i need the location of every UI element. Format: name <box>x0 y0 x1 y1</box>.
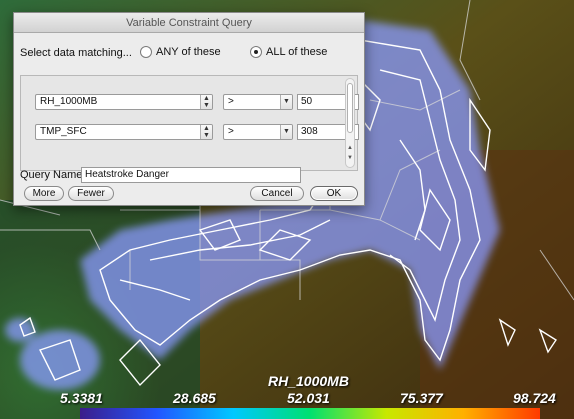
scroll-up-icon[interactable]: ▲ <box>346 145 354 151</box>
scroll-down-icon[interactable]: ▼ <box>346 155 354 161</box>
rules-panel: RH_1000MB ▲ ▼ > ▼ 50 TMP_SFC ▲ ▼ > ▼ 308 ▲… <box>20 75 359 171</box>
query-name-label: Query Name: <box>20 169 86 181</box>
variable-select[interactable]: RH_1000MB ▲ ▼ <box>35 94 213 110</box>
radio-all-circle[interactable] <box>250 46 262 58</box>
colorbar-title: RH_1000MB <box>268 373 349 389</box>
variable-select-value: TMP_SFC <box>40 126 87 137</box>
radio-any-label[interactable]: ANY of these <box>156 46 221 58</box>
fewer-button[interactable]: Fewer <box>68 186 114 201</box>
colorbar-tick: 28.685 <box>173 390 216 406</box>
operator-select[interactable]: > ▼ <box>223 124 293 140</box>
more-button[interactable]: More <box>24 186 64 201</box>
operator-select-value: > <box>228 96 234 107</box>
chevron-down-icon: ▼ <box>280 95 292 109</box>
variable-select-value: RH_1000MB <box>40 96 98 107</box>
dialog-title: Variable Constraint Query <box>14 13 364 33</box>
radio-any[interactable]: ANY of these <box>140 46 221 58</box>
match-label: Select data matching... <box>20 47 132 59</box>
match-mode-row: Select data matching... ANY of these ALL… <box>20 46 358 62</box>
operator-select[interactable]: > ▼ <box>223 94 293 110</box>
select-stepper-icon: ▲ ▼ <box>200 95 212 109</box>
radio-all[interactable]: ALL of these <box>250 46 327 58</box>
radio-all-label[interactable]: ALL of these <box>266 46 327 58</box>
cancel-button[interactable]: Cancel <box>250 186 304 201</box>
colorbar-gradient <box>80 408 540 419</box>
query-name-input[interactable]: Heatstroke Danger <box>81 167 301 183</box>
colorbar-tick: 98.724 <box>513 390 556 406</box>
select-stepper-icon: ▲ ▼ <box>200 125 212 139</box>
colorbar-tick: 75.377 <box>400 390 443 406</box>
chevron-down-icon: ▼ <box>280 125 292 139</box>
variable-select[interactable]: TMP_SFC ▲ ▼ <box>35 124 213 140</box>
radio-any-circle[interactable] <box>140 46 152 58</box>
operator-select-value: > <box>228 126 234 137</box>
rules-scrollbar[interactable]: ▲ ▼ <box>345 78 355 168</box>
colorbar-tick: 5.3381 <box>60 390 103 406</box>
scroll-thumb[interactable] <box>347 83 353 133</box>
query-dialog: Variable Constraint Query Select data ma… <box>13 12 365 206</box>
colorbar-tick: 52.031 <box>287 390 330 406</box>
ok-button[interactable]: OK <box>310 186 358 201</box>
